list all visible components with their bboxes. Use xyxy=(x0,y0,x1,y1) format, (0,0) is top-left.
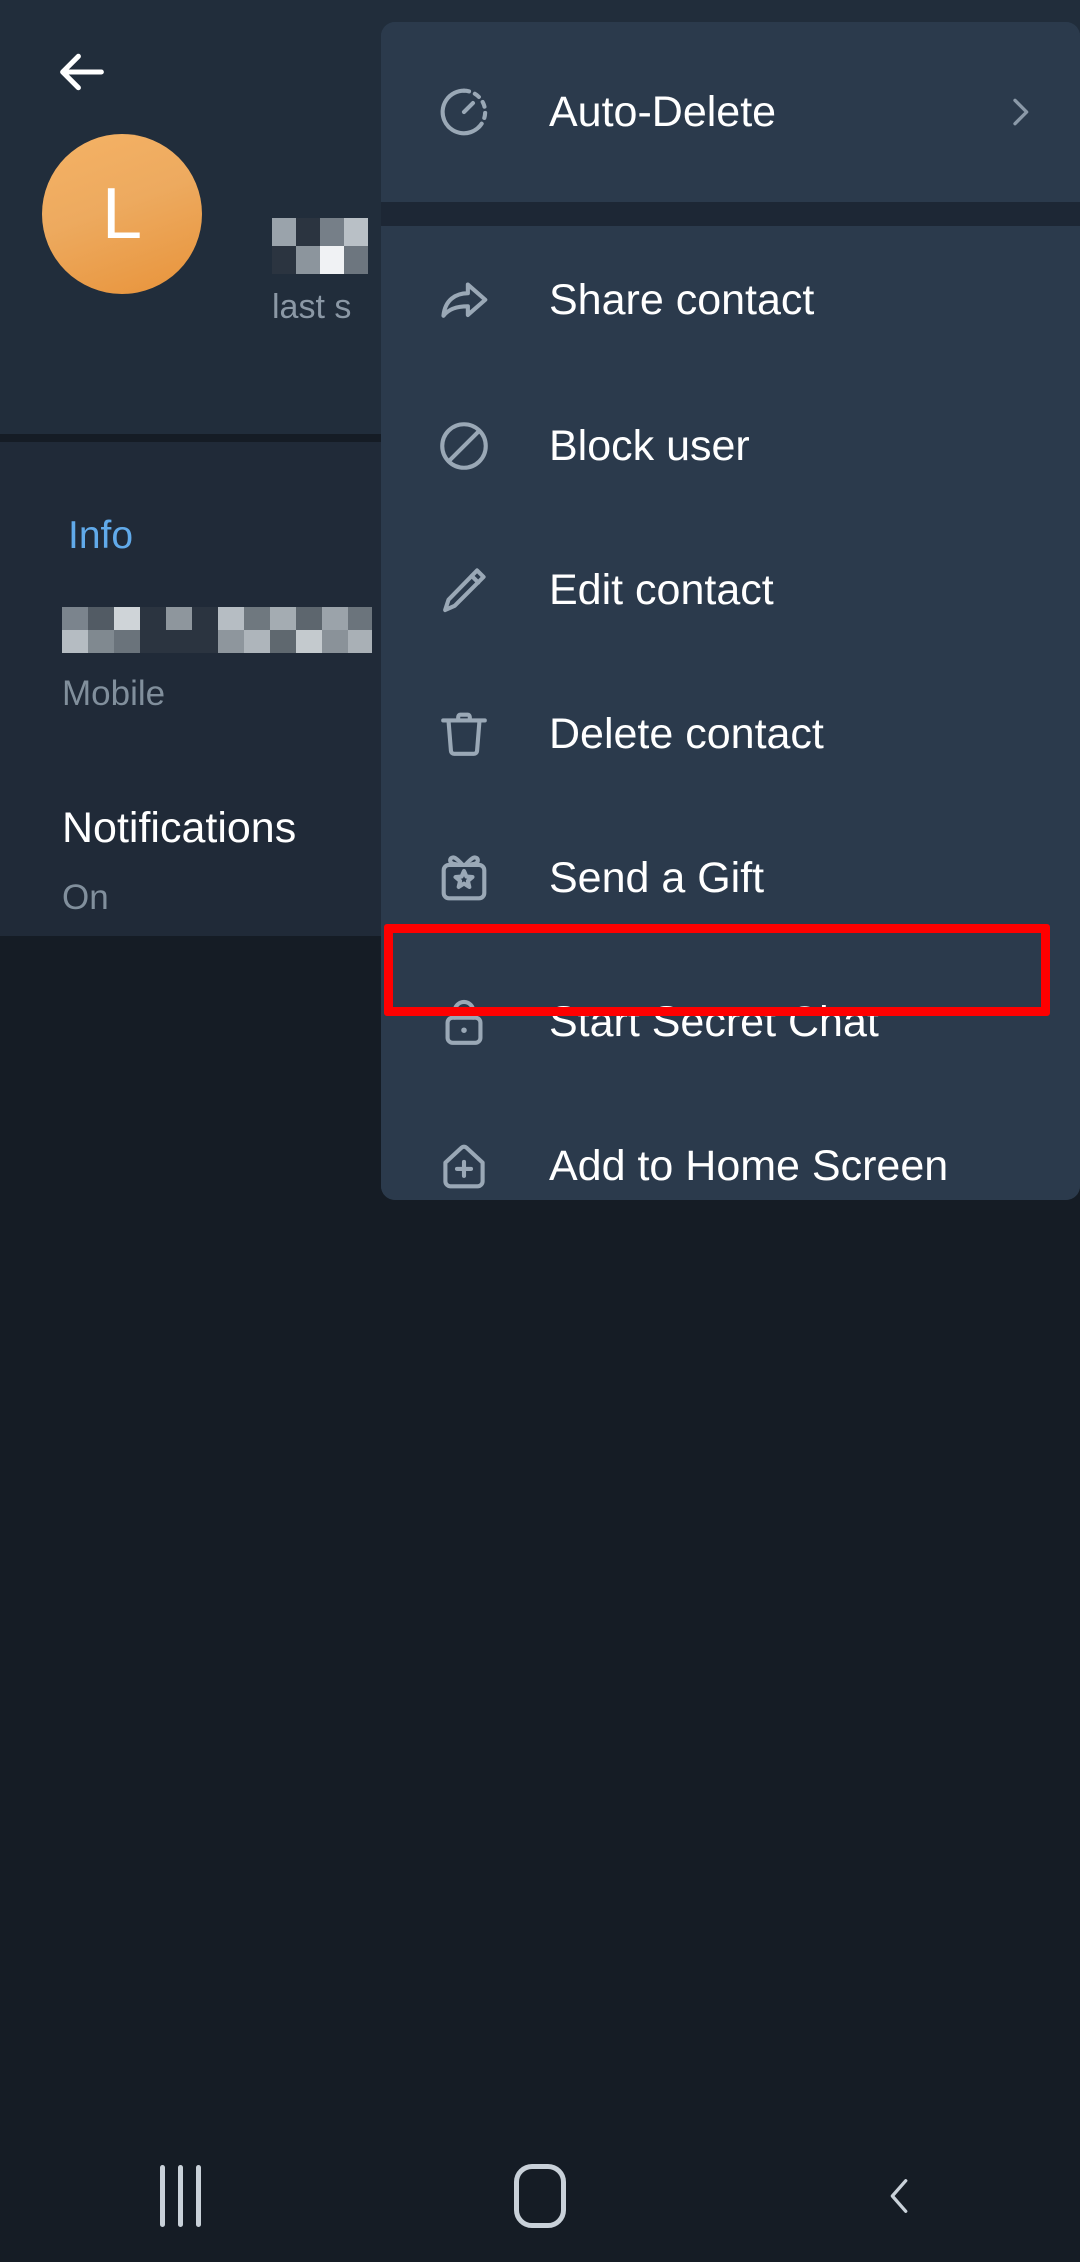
phone-label: Mobile xyxy=(62,674,166,713)
menu-item-block-user[interactable]: Block user xyxy=(381,374,1080,518)
share-arrow-icon xyxy=(433,269,495,331)
block-user-icon xyxy=(433,415,495,477)
last-seen-status: last s xyxy=(272,288,352,326)
menu-section-top: Auto-Delete xyxy=(381,22,1080,202)
back-icon xyxy=(877,2173,923,2219)
recents-icon xyxy=(159,2165,201,2227)
menu-item-label: Edit contact xyxy=(549,565,774,614)
menu-item-delete-contact[interactable]: Delete contact xyxy=(381,662,1080,806)
nav-home-button[interactable] xyxy=(360,2130,720,2262)
android-navigation-bar xyxy=(0,2130,1080,2262)
avatar-initial: L xyxy=(101,174,143,254)
trash-delete-icon xyxy=(433,703,495,765)
menu-item-label: Send a Gift xyxy=(549,853,765,902)
gift-icon xyxy=(433,847,495,909)
nav-back-button[interactable] xyxy=(720,2130,1080,2262)
home-plus-icon xyxy=(433,1135,495,1197)
menu-item-label: Delete contact xyxy=(549,709,824,758)
menu-section-main: Share contact Block user Edit contact De… xyxy=(381,226,1080,1200)
home-icon xyxy=(514,2164,566,2228)
context-menu: Auto-Delete Share contact Block user Edi… xyxy=(381,22,1080,1200)
menu-item-label: Block user xyxy=(549,421,750,470)
menu-item-label: Auto-Delete xyxy=(549,87,777,136)
menu-item-start-secret-chat[interactable]: Start Secret Chat xyxy=(381,950,1080,1094)
menu-item-edit-contact[interactable]: Edit contact xyxy=(381,518,1080,662)
info-section-title: Info xyxy=(68,514,134,557)
phone-number-redacted[interactable] xyxy=(62,607,372,653)
back-button[interactable] xyxy=(42,32,122,112)
auto-delete-timer-icon xyxy=(433,81,495,143)
menu-item-label: Add to Home Screen xyxy=(549,1141,949,1190)
notifications-title[interactable]: Notifications xyxy=(62,804,296,853)
telegram-contact-profile-screen: L last s Info Mobile Notifications On Au… xyxy=(0,0,1080,2262)
menu-divider xyxy=(381,202,1080,226)
contact-name-redacted xyxy=(272,218,368,274)
menu-item-auto-delete[interactable]: Auto-Delete xyxy=(381,22,1080,202)
menu-item-send-a-gift[interactable]: Send a Gift xyxy=(381,806,1080,950)
notifications-value: On xyxy=(62,878,109,917)
back-arrow-icon xyxy=(53,43,111,101)
menu-item-label: Start Secret Chat xyxy=(549,997,879,1046)
menu-item-label: Share contact xyxy=(549,275,815,324)
pencil-edit-icon xyxy=(433,559,495,621)
menu-item-add-to-home-screen[interactable]: Add to Home Screen xyxy=(381,1094,1080,1200)
nav-recents-button[interactable] xyxy=(0,2130,360,2262)
lock-icon xyxy=(433,991,495,1053)
chevron-right-icon[interactable] xyxy=(998,90,1042,134)
menu-item-share-contact[interactable]: Share contact xyxy=(381,226,1080,374)
avatar[interactable]: L xyxy=(42,134,202,294)
